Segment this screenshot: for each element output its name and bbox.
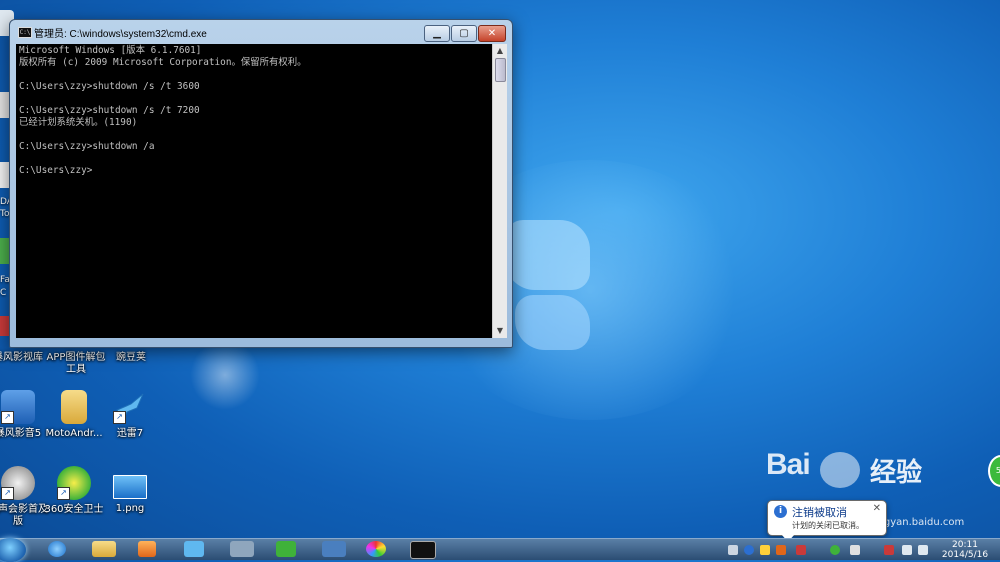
desktop-icon-label: MotoAndr... [45, 428, 103, 439]
console-line: C:\Users\zzy>shutdown /a [19, 141, 155, 152]
console-line: C:\Users\zzy>shutdown /s /t 3600 [19, 81, 200, 92]
folder-icon [61, 390, 87, 424]
tray-security-icon[interactable] [884, 545, 894, 555]
desktop-icon-label: 豌豆荚 [116, 352, 146, 363]
notification-balloon[interactable]: i 注销被取消 计划的关闭已取消。 ✕ [767, 500, 887, 542]
desktop-icon-label: 迅雷7 [116, 428, 144, 439]
cmd-window[interactable]: C:\ 管理员: C:\windows\system32\cmd.exe ▁ ▢… [9, 19, 513, 348]
calculator-icon[interactable] [230, 541, 254, 557]
scroll-down-icon[interactable]: ▼ [493, 324, 507, 338]
console-line: Microsoft Windows [版本 6.1.7601] [19, 45, 202, 56]
network-icon[interactable] [902, 545, 912, 555]
desktop-icon-label: 会声会影首及版 [0, 504, 48, 527]
desktop-icon-label: 360安全卫士 [44, 504, 104, 515]
desktop-icon-label: 暴风影音5 [0, 428, 42, 439]
shortcut-arrow-icon: ↗ [57, 487, 70, 500]
window-title: 管理员: C:\windows\system32\cmd.exe [34, 29, 207, 40]
clock-time: 20:11 [952, 540, 978, 550]
xunlei-bird-icon: ↗ [113, 390, 147, 424]
xunlei-taskbar-icon[interactable] [184, 541, 204, 557]
windows-logo-pane-1 [505, 220, 590, 290]
console-line: 已经计划系统关机。(1190) [19, 117, 138, 128]
console-output[interactable]: Microsoft Windows [版本 6.1.7601] 版权所有 (c)… [16, 44, 492, 338]
green-badge[interactable]: 50 [988, 455, 1000, 487]
cmd-icon: C:\ [18, 27, 32, 38]
tray-flag-icon[interactable] [796, 545, 806, 555]
desktop-icon-xunlei7[interactable]: ↗ 迅雷7 [100, 390, 160, 440]
vertical-scrollbar[interactable]: ▲ ▼ [492, 44, 507, 338]
volume-icon[interactable] [918, 545, 928, 555]
balloon-close-button[interactable]: ✕ [873, 503, 881, 514]
scroll-thumb[interactable] [495, 58, 506, 82]
shortcut-arrow-icon: ↗ [113, 411, 126, 424]
windows-logo-pane-2 [515, 295, 590, 350]
desktop-icon-360-safe[interactable]: ↗ 360安全卫士 [44, 466, 104, 516]
close-button[interactable]: ✕ [478, 25, 506, 42]
desktop-icon-baofeng5[interactable]: ↗ 暴风影音5 [0, 390, 48, 440]
image-file-icon [113, 475, 147, 499]
desktop-icon-motoandroid[interactable]: MotoAndr... [44, 390, 104, 440]
console-line: C:\Users\zzy>shutdown /s /t 7200 [19, 105, 200, 116]
tray-keyboard-icon[interactable] [728, 545, 738, 555]
scroll-up-icon[interactable]: ▲ [493, 44, 507, 58]
watermark-brand: Bai [766, 448, 811, 481]
baofeng-player-icon: ↗ [1, 390, 35, 424]
balloon-title: 注销被取消 [792, 506, 847, 519]
film-icon[interactable] [322, 541, 346, 557]
desktop-icon-1png[interactable]: 1.png [100, 475, 160, 515]
tray-help-icon[interactable] [744, 545, 754, 555]
green-app-icon[interactable] [276, 541, 296, 557]
explorer-folder-icon[interactable] [92, 541, 116, 557]
baidu-paw-logo [820, 452, 860, 488]
console-prompt: C:\Users\zzy> [19, 165, 93, 176]
plus-shield-icon: ↗ [57, 466, 91, 500]
minimize-button[interactable]: ▁ [424, 25, 450, 42]
edge-label-c: C [0, 288, 7, 298]
desktop-flare [190, 340, 260, 410]
cmd-taskbar-icon[interactable] [410, 541, 436, 559]
colorful-app-icon[interactable] [366, 541, 386, 557]
tray-action-center-icon[interactable] [850, 545, 860, 555]
ie-icon[interactable] [48, 541, 66, 557]
media-player-icon[interactable] [138, 541, 156, 557]
tray-app-icon[interactable] [760, 545, 770, 555]
shortcut-arrow-icon: ↗ [1, 411, 14, 424]
tray-360-icon[interactable] [830, 545, 840, 555]
desktop-icon-label: 暴风影视库 [0, 352, 43, 363]
tray-shield-icon[interactable] [776, 545, 786, 555]
videostudio-icon: ↗ [1, 466, 35, 500]
shortcut-arrow-icon: ↗ [1, 487, 14, 500]
system-clock[interactable]: 20:11 2014/5/16 [940, 540, 990, 560]
window-controls: ▁ ▢ ✕ [424, 25, 506, 42]
balloon-body: 计划的关闭已取消。 [792, 521, 864, 530]
cmd-titlebar[interactable]: C:\ 管理员: C:\windows\system32\cmd.exe ▁ ▢… [10, 20, 512, 44]
watermark-sub: 经验 [870, 458, 923, 488]
desktop-icon-label: 1.png [115, 503, 145, 514]
desktop-icon-corel-videostudio[interactable]: ↗ 会声会影首及版 [0, 466, 48, 528]
desktop-icon-label: APP图件解包工具 [46, 352, 106, 375]
maximize-button[interactable]: ▢ [451, 25, 477, 42]
info-icon: i [774, 505, 787, 518]
console-line: 版权所有 (c) 2009 Microsoft Corporation。保留所有… [19, 57, 307, 68]
